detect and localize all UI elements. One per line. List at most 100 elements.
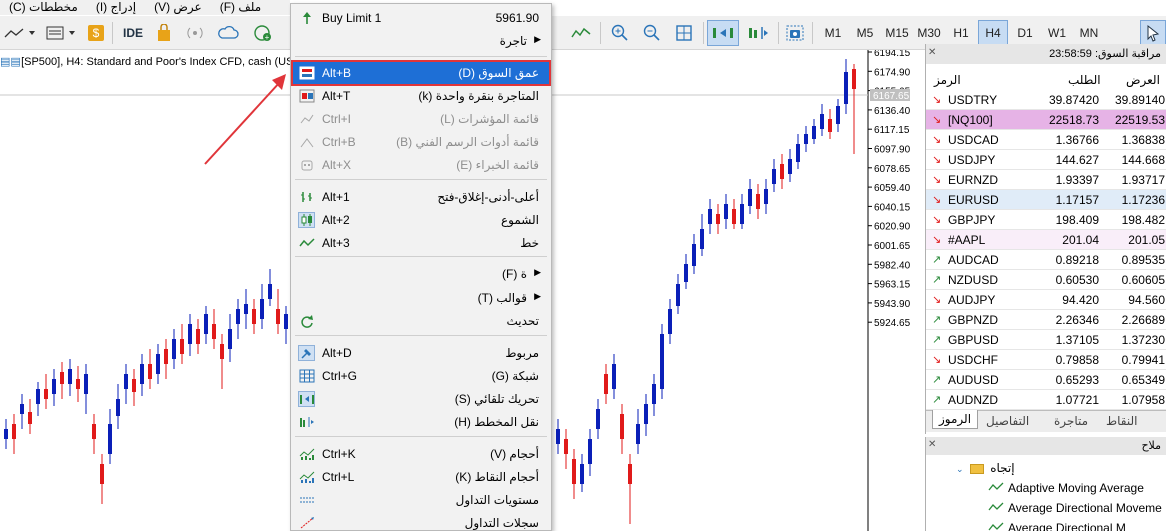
- menu-row-4[interactable]: Ctrl+I قائمة المؤشرات (L): [293, 108, 549, 130]
- close-icon[interactable]: ✕: [928, 439, 936, 450]
- market-watch-row[interactable]: ↘ #AAPL 201.04 201.05: [926, 230, 1166, 250]
- menu-row-15[interactable]: تحريك تلقائي (S): [293, 388, 549, 410]
- market-watch-row[interactable]: ↗ GBPNZD 2.26346 2.26689: [926, 310, 1166, 330]
- market-watch-row[interactable]: ↘ EURNZD 1.93397 1.93717: [926, 170, 1166, 190]
- market-watch-row[interactable]: ↘ USDJPY 144.627 144.668: [926, 150, 1166, 170]
- close-icon[interactable]: ✕: [928, 47, 936, 58]
- menu-item-label: خط: [520, 236, 539, 250]
- menu-row-19[interactable]: مستويات التداول: [293, 489, 549, 511]
- candle-body: [588, 439, 592, 464]
- timeframe-d1[interactable]: D1: [1010, 20, 1040, 46]
- menu-row-6[interactable]: Alt+X قائمة الخبراء (E): [293, 154, 549, 176]
- market-watch-tab-2[interactable]: متاجرة: [1054, 414, 1088, 428]
- timeframe-m30[interactable]: M30: [914, 20, 944, 46]
- timeframe-m1[interactable]: M1: [818, 20, 848, 46]
- menu-row-16[interactable]: نقل المخطط (H): [293, 411, 549, 433]
- menu-row-18[interactable]: Ctrl+L أحجام النقاط (K): [293, 466, 549, 488]
- ask-cell: 1.93717: [1121, 173, 1165, 187]
- market-watch-row[interactable]: ↗ NZDUSD 0.60530 0.60605: [926, 270, 1166, 290]
- menu-row-0[interactable]: Buy Limit 1 5961.90: [293, 7, 549, 29]
- menu-item-0[interactable]: ملف (F): [211, 0, 271, 15]
- symbol-cell: NZDUSD: [948, 273, 998, 287]
- menu-row-13[interactable]: Alt+D مربوط: [293, 342, 549, 364]
- bid-cell: 198.409: [1055, 213, 1099, 227]
- market-watch-row[interactable]: ↘ EURUSD 1.17157 1.17236: [926, 190, 1166, 210]
- menu-row-10[interactable]: ة (F) ▶: [293, 263, 549, 285]
- menu-item-label: تحديث: [506, 314, 539, 328]
- menu-row-12[interactable]: تحديث: [293, 310, 549, 332]
- market-watch-row[interactable]: ↘ USDTRY 39.87420 39.89140: [926, 90, 1166, 110]
- menu-row-14[interactable]: Ctrl+G شبكة (G): [293, 365, 549, 387]
- market-watch-row[interactable]: ↘ GBPJPY 198.409 198.482: [926, 210, 1166, 230]
- indicators-dropdown-button[interactable]: [44, 20, 80, 46]
- real-volumes-icon: [298, 469, 315, 485]
- menu-row-2[interactable]: Alt+B عمق السوق (D): [291, 60, 551, 86]
- candle-body: [68, 369, 72, 384]
- dollar-button[interactable]: $: [85, 20, 107, 46]
- navigator-indicator[interactable]: Average Directional Moveme: [988, 501, 1162, 516]
- candle-body: [132, 379, 136, 392]
- market-watch-tab-3[interactable]: النقاط: [1106, 414, 1137, 428]
- navigator-indicator[interactable]: Adaptive Moving Average: [988, 481, 1144, 496]
- menu-item-3[interactable]: مخططات (C): [0, 0, 87, 15]
- screenshot-button[interactable]: [782, 20, 808, 46]
- menu-row-20[interactable]: سجلات التداول: [293, 512, 549, 531]
- auto-scroll-toolbar-button[interactable]: [707, 20, 739, 46]
- arrow-down-icon: ↘: [932, 94, 942, 106]
- price-label: 5924.65: [874, 318, 911, 329]
- symbol-cell: GBPUSD: [948, 333, 999, 347]
- header-symbol[interactable]: الرمز: [934, 73, 961, 87]
- menu-row-3[interactable]: Alt+T المتاجرة بنقرة واحدة (k): [293, 85, 549, 107]
- submenu-arrow-icon: ▶: [534, 267, 541, 277]
- navigator-indicator[interactable]: Average Directional M: [988, 521, 1126, 531]
- market-watch-row[interactable]: ↗ AUDUSD 0.65293 0.65349: [926, 370, 1166, 390]
- header-bid[interactable]: الطلب: [1068, 73, 1101, 87]
- menu-row-5[interactable]: Ctrl+B قائمة أدوات الرسم الفني (B): [293, 131, 549, 153]
- line-chart-toolbar-button[interactable]: [567, 20, 595, 46]
- navigator-folder[interactable]: ⌄ إتجاه: [956, 461, 1015, 475]
- timeframe-mn[interactable]: MN: [1074, 20, 1104, 46]
- candle-body: [732, 209, 736, 224]
- market-watch-row[interactable]: ↘ [NQ100] 22518.73 22519.53: [926, 110, 1166, 130]
- market-watch-tab-1[interactable]: التفاصيل: [986, 414, 1029, 428]
- bid-cell: 0.89218: [1055, 253, 1099, 267]
- timeframe-m5[interactable]: M5: [850, 20, 880, 46]
- menu-row-8[interactable]: Alt+2 الشموع: [293, 209, 549, 231]
- market-watch-row[interactable]: ↘ USDCAD 1.36766 1.36838: [926, 130, 1166, 150]
- symbol-cell: EURNZD: [948, 173, 998, 187]
- timeframe-h4[interactable]: H4: [978, 20, 1008, 46]
- services-button[interactable]: +: [248, 20, 278, 46]
- cursor-button[interactable]: [1140, 20, 1166, 46]
- menu-row-17[interactable]: Ctrl+K أحجام (V): [293, 443, 549, 465]
- market-watch-row[interactable]: ↘ USDCHF 0.79858 0.79941: [926, 350, 1166, 370]
- timeframe-w1[interactable]: W1: [1042, 20, 1072, 46]
- menu-item-2[interactable]: إدراج (I): [87, 0, 145, 15]
- market-watch-row[interactable]: ↗ GBPUSD 1.37105 1.37230: [926, 330, 1166, 350]
- bid-cell: 22518.73: [1048, 113, 1099, 127]
- menu-row-9[interactable]: Alt+3 خط: [293, 232, 549, 254]
- menu-item-1[interactable]: عرض (V): [145, 0, 211, 15]
- menu-row-11[interactable]: قوالب (T) ▶: [293, 287, 549, 309]
- market-watch-title: مراقبة السوق: 23:58:59: [926, 44, 1166, 64]
- market-watch-row[interactable]: ↗ AUDNZD 1.07721 1.07958: [926, 390, 1166, 410]
- menu-row-1[interactable]: تاجرة ▶: [293, 30, 549, 52]
- zoom-out-button[interactable]: [638, 20, 666, 46]
- chart-shift-toolbar-button[interactable]: [742, 20, 774, 46]
- price-label: 6097.90: [874, 145, 911, 156]
- crosshair-dropdown-button[interactable]: [2, 20, 38, 46]
- menu-row-7[interactable]: Alt+1 أعلى-أدنى-إغلاق-فتح: [293, 186, 549, 208]
- signals-button[interactable]: [182, 20, 208, 46]
- market-watch-row[interactable]: ↘ AUDJPY 94.420 94.560: [926, 290, 1166, 310]
- arrow-up-icon: ↗: [932, 374, 942, 386]
- ask-cell: 94.560: [1128, 293, 1165, 307]
- timeframe-h1[interactable]: H1: [946, 20, 976, 46]
- market-watch-row[interactable]: ↗ AUDCAD 0.89218 0.89535: [926, 250, 1166, 270]
- header-ask[interactable]: العرض: [1126, 73, 1160, 87]
- timeframe-m15[interactable]: M15: [882, 20, 912, 46]
- tile-windows-button[interactable]: [670, 20, 698, 46]
- ide-button[interactable]: IDE: [118, 20, 148, 46]
- market-watch-tab-0[interactable]: الرموز: [932, 410, 979, 429]
- vps-button[interactable]: [214, 20, 242, 46]
- zoom-in-button[interactable]: [606, 20, 634, 46]
- market-button[interactable]: [152, 20, 176, 46]
